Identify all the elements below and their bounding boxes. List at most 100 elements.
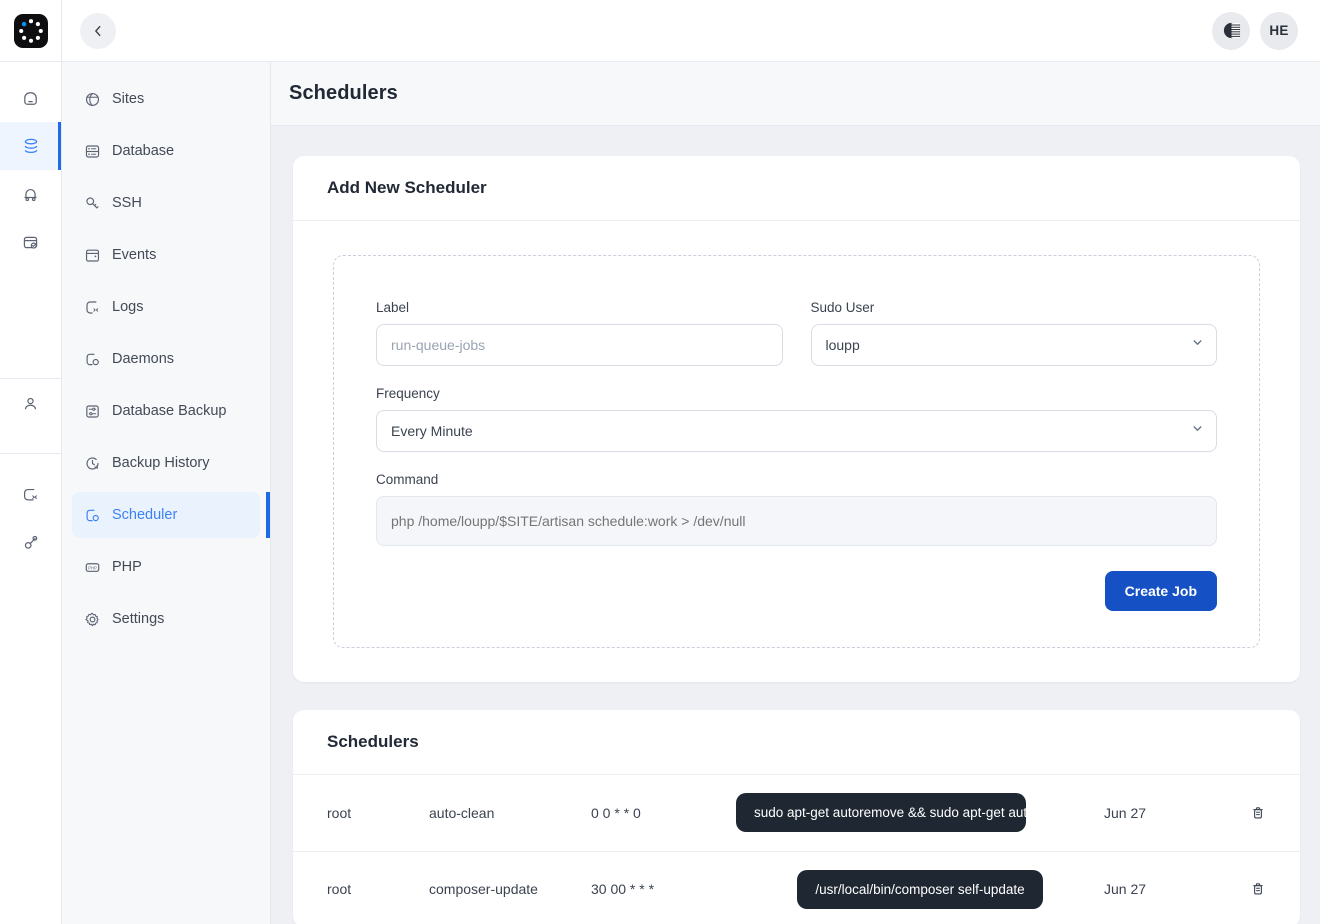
app-root: HE	[0, 0, 1320, 924]
sidebar-item-php[interactable]: PHP PHP	[72, 544, 260, 590]
app-logo-icon	[14, 14, 48, 48]
top-bar-actions: HE	[1212, 12, 1298, 50]
sidebar-item-label: Database Backup	[112, 403, 226, 419]
rail-item-keys[interactable]	[0, 518, 61, 566]
sidebar-item-label: Events	[112, 247, 156, 263]
row-cron: 0 0 * * 0	[591, 805, 736, 821]
schedulers-table: root auto-clean 0 0 * * 0 sudo apt-get a…	[293, 775, 1300, 924]
sidebar-item-scheduler[interactable]: Scheduler	[72, 492, 260, 538]
row-delete-button[interactable]	[1222, 805, 1266, 821]
add-scheduler-card-body: Label Sudo User loupp	[293, 221, 1300, 682]
row-command-tooltip: sudo apt-get autoremove && sudo apt-get …	[736, 793, 1026, 832]
contrast-icon	[1222, 21, 1241, 40]
add-scheduler-title: Add New Scheduler	[327, 178, 1266, 198]
icon-rail	[0, 62, 62, 924]
rail-spacer-2	[0, 454, 61, 470]
ssh-key-icon	[21, 533, 40, 552]
row-user: root	[327, 805, 429, 821]
theme-toggle-button[interactable]	[1212, 12, 1250, 50]
sidebar-item-label: SSH	[112, 195, 142, 211]
schedulers-table-title: Schedulers	[327, 732, 1266, 752]
gear-icon	[84, 611, 101, 628]
page-header: Schedulers	[271, 62, 1320, 126]
sidebar-item-events[interactable]: Events	[72, 232, 260, 278]
schedulers-table-header: Schedulers	[293, 710, 1300, 775]
table-row[interactable]: root composer-update 30 00 * * * /usr/lo…	[293, 851, 1300, 924]
sidebar-item-label: Scheduler	[112, 507, 177, 523]
trash-icon	[1250, 805, 1266, 821]
sidebar-item-label: Settings	[112, 611, 164, 627]
code-icon	[21, 485, 40, 504]
frequency-select-wrap: Every Minute	[376, 410, 1217, 452]
sidebar-item-daemons[interactable]: Daemons	[72, 336, 260, 382]
back-button[interactable]	[80, 13, 116, 49]
create-job-button[interactable]: Create Job	[1105, 571, 1217, 611]
database-icon	[84, 143, 101, 160]
row-delete-button[interactable]	[1222, 881, 1266, 897]
row-date: Jun 27	[1104, 805, 1222, 821]
app-logo-cell[interactable]	[0, 0, 62, 62]
schedulers-table-card: Schedulers root auto-clean 0 0 * * 0 sud…	[293, 710, 1300, 924]
sidebar-item-backup-history[interactable]: Backup History	[72, 440, 260, 486]
label-field-group: Label	[376, 300, 783, 366]
sidebar-item-database[interactable]: Database	[72, 128, 260, 174]
chevron-left-icon	[91, 24, 105, 38]
row-command-cell: /usr/local/bin/composer self-update	[736, 870, 1104, 909]
row-command-tooltip: /usr/local/bin/composer self-update	[797, 870, 1042, 909]
add-scheduler-card-header: Add New Scheduler	[293, 156, 1300, 221]
frequency-select[interactable]: Every Minute	[376, 410, 1217, 452]
table-row[interactable]: root auto-clean 0 0 * * 0 sudo apt-get a…	[293, 775, 1300, 851]
home-icon	[21, 89, 40, 108]
rail-item-backups[interactable]	[0, 218, 61, 266]
frequency-field-label: Frequency	[376, 386, 1217, 401]
globe-icon	[84, 91, 101, 108]
scheduler-form: Label Sudo User loupp	[333, 255, 1260, 648]
history-icon	[84, 455, 101, 472]
row-cron: 30 00 * * *	[591, 881, 736, 897]
top-bar-main: HE	[62, 0, 1320, 62]
frequency-field-group: Frequency Every Minute	[376, 386, 1217, 452]
sidebar-item-sites[interactable]: Sites	[72, 76, 260, 122]
sudo-user-field-group: Sudo User loupp	[811, 300, 1218, 366]
bell-icon	[21, 185, 40, 204]
sidebar-item-logs[interactable]: Logs	[72, 284, 260, 330]
sudo-user-field-label: Sudo User	[811, 300, 1218, 315]
db-backup-icon	[84, 403, 101, 420]
archive-icon	[21, 233, 40, 252]
rail-spacer	[0, 266, 61, 352]
row-user: root	[327, 881, 429, 897]
command-field-label: Command	[376, 472, 1217, 487]
form-actions: Create Job	[376, 571, 1217, 611]
rail-item-api[interactable]	[0, 470, 61, 518]
sidebar-item-label: Sites	[112, 91, 144, 107]
avatar[interactable]: HE	[1260, 12, 1298, 50]
sidebar-item-label: Logs	[112, 299, 143, 315]
add-scheduler-card: Add New Scheduler Label Sudo User	[293, 156, 1300, 682]
row-date: Jun 27	[1104, 881, 1222, 897]
rail-item-profile[interactable]	[0, 379, 61, 427]
scroll-area[interactable]: Add New Scheduler Label Sudo User	[271, 126, 1320, 924]
sudo-user-select-wrap: loupp	[811, 324, 1218, 366]
row-label: auto-clean	[429, 805, 591, 821]
daemon-icon	[84, 351, 101, 368]
user-icon	[21, 394, 40, 413]
label-input[interactable]	[376, 324, 783, 366]
scheduler-icon	[84, 507, 101, 524]
sidebar-item-database-backup[interactable]: Database Backup	[72, 388, 260, 434]
body-row: Sites Database	[0, 62, 1320, 924]
main-content: Schedulers Add New Scheduler Label	[271, 62, 1320, 924]
page-title: Schedulers	[289, 82, 398, 105]
sidebar-item-label: Database	[112, 143, 174, 159]
php-icon: PHP	[84, 559, 101, 576]
form-row-1: Label Sudo User loupp	[376, 300, 1217, 386]
rail-item-monitoring[interactable]	[0, 170, 61, 218]
row-label: composer-update	[429, 881, 591, 897]
command-textarea[interactable]	[376, 496, 1217, 546]
sidebar-item-ssh[interactable]: SSH	[72, 180, 260, 226]
rail-item-servers[interactable]	[0, 122, 61, 170]
database-stack-icon	[21, 136, 41, 156]
row-command-cell: sudo apt-get autoremove && sudo apt-get …	[736, 793, 1104, 832]
sudo-user-select[interactable]: loupp	[811, 324, 1218, 366]
sidebar-item-settings[interactable]: Settings	[72, 596, 260, 642]
rail-item-home[interactable]	[0, 74, 61, 122]
